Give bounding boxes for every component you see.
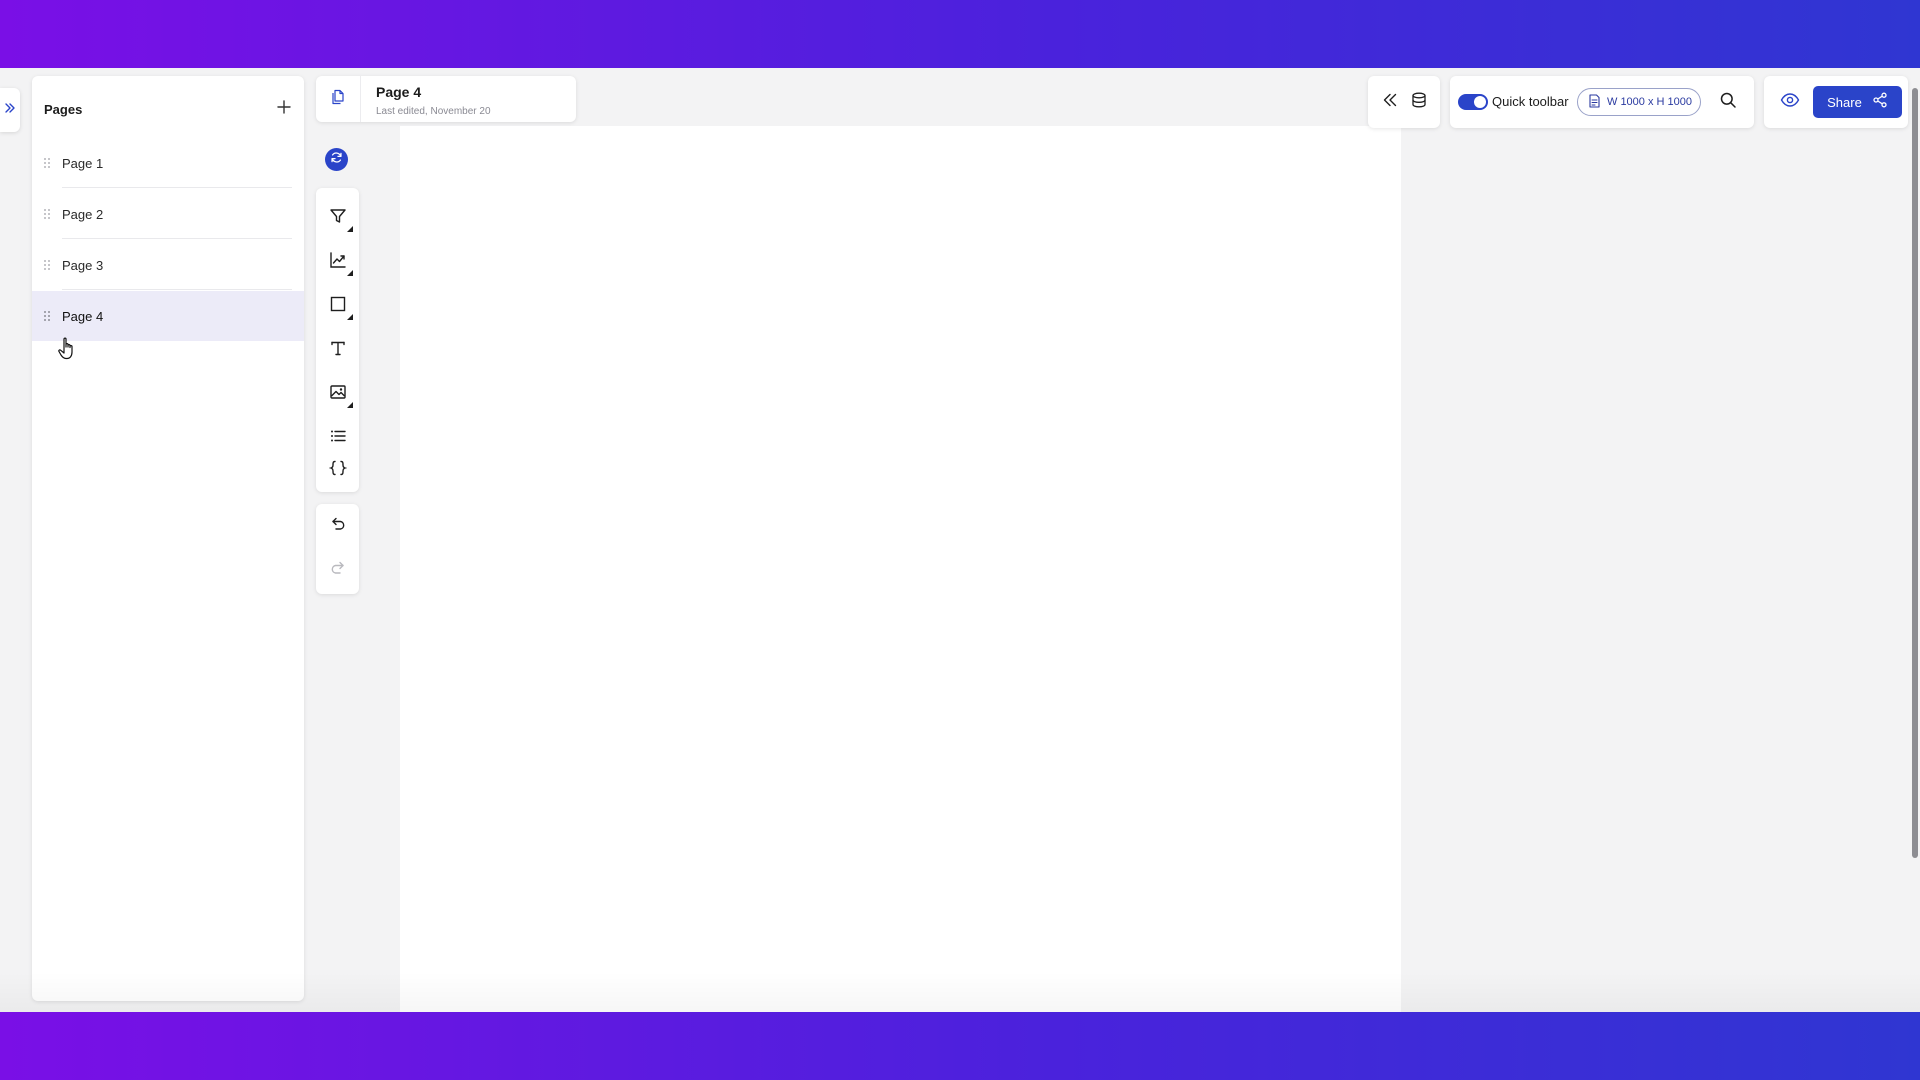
undo-button[interactable] <box>316 506 359 546</box>
canvas-size-label: W 1000 x H 1000 <box>1607 96 1692 108</box>
text-icon <box>329 339 347 362</box>
preview-button[interactable] <box>1776 88 1804 116</box>
page-label: Page 2 <box>62 206 104 222</box>
undo-icon <box>329 515 347 538</box>
text-tool-button[interactable] <box>316 330 359 370</box>
divider <box>62 187 292 188</box>
panel-controls <box>1368 76 1440 128</box>
collapse-panel-button[interactable] <box>1376 88 1404 116</box>
drag-handle-icon[interactable] <box>42 208 52 220</box>
divider <box>62 289 292 290</box>
page-list-item-3[interactable]: Page 3 <box>32 240 304 290</box>
divider <box>62 238 292 239</box>
drag-handle-icon[interactable] <box>42 157 52 169</box>
file-options-button[interactable] <box>316 76 361 122</box>
image-tool-button[interactable] <box>316 374 359 414</box>
double-chevron-right-icon <box>4 101 16 119</box>
page-label: Page 3 <box>62 257 104 273</box>
drag-handle-icon[interactable] <box>42 259 52 271</box>
database-icon <box>1410 91 1428 114</box>
filter-tool-button[interactable] <box>316 198 359 238</box>
canvas-size-button[interactable]: W 1000 x H 1000 <box>1577 88 1701 116</box>
page-list-item-1[interactable]: Page 1 <box>32 138 304 188</box>
file-header: Page 4 Last edited, November 20 <box>316 76 576 122</box>
chart-tool-button[interactable] <box>316 242 359 282</box>
chart-icon <box>329 251 347 274</box>
submenu-indicator <box>347 270 353 276</box>
page-size-icon <box>1588 93 1601 111</box>
pages-panel: Pages Page 1 Page 2 Page 3 Page 4 <box>32 76 304 1001</box>
image-icon <box>329 383 347 406</box>
canvas-controls: Quick toolbar W 1000 x H 1000 <box>1450 76 1754 128</box>
vertical-scrollbar[interactable] <box>1912 88 1918 928</box>
pages-header: Pages <box>44 94 296 124</box>
shape-icon <box>329 295 347 318</box>
history-toolbar <box>316 504 359 594</box>
add-page-button[interactable] <box>272 97 296 121</box>
submenu-indicator <box>347 226 353 232</box>
double-chevron-left-icon <box>1381 91 1399 114</box>
insert-toolbar <box>316 188 359 492</box>
plus-icon <box>277 99 291 119</box>
page-title: Page 4 <box>376 84 422 100</box>
quick-toolbar-label: Quick toolbar <box>1492 94 1569 109</box>
design-canvas[interactable] <box>400 126 1401 1012</box>
scrollbar-thumb[interactable] <box>1912 88 1918 858</box>
sync-button[interactable] <box>325 148 348 171</box>
redo-button[interactable] <box>316 550 359 590</box>
share-button[interactable]: Share <box>1813 86 1902 118</box>
expand-sidebar-button[interactable] <box>0 88 20 132</box>
search-icon <box>1719 91 1737 114</box>
share-icon <box>1872 92 1888 113</box>
search-button[interactable] <box>1714 88 1742 116</box>
submenu-indicator <box>347 402 353 408</box>
pages-title: Pages <box>44 101 83 117</box>
quick-toolbar-toggle[interactable] <box>1458 94 1488 110</box>
redo-icon <box>329 559 347 582</box>
list-icon <box>329 427 347 450</box>
page-list-item-2[interactable]: Page 2 <box>32 189 304 239</box>
page-label: Page 1 <box>62 155 104 171</box>
code-tool-button[interactable] <box>316 450 359 490</box>
page-label: Page 4 <box>62 308 104 324</box>
editor-app: Pages Page 1 Page 2 Page 3 Page 4 Page 4… <box>0 68 1920 1012</box>
last-edited-text: Last edited, November 20 <box>376 106 491 117</box>
submenu-indicator <box>347 314 353 320</box>
filter-icon <box>329 207 347 230</box>
file-copy-icon <box>330 89 346 110</box>
drag-handle-icon[interactable] <box>42 310 52 322</box>
refresh-icon <box>330 151 343 169</box>
shape-tool-button[interactable] <box>316 286 359 326</box>
data-source-button[interactable] <box>1405 88 1433 116</box>
share-controls: Share <box>1764 76 1908 128</box>
share-label: Share <box>1827 94 1862 110</box>
eye-icon <box>1780 91 1800 114</box>
page-list-item-4[interactable]: Page 4 <box>32 291 304 341</box>
code-braces-icon <box>328 459 347 482</box>
